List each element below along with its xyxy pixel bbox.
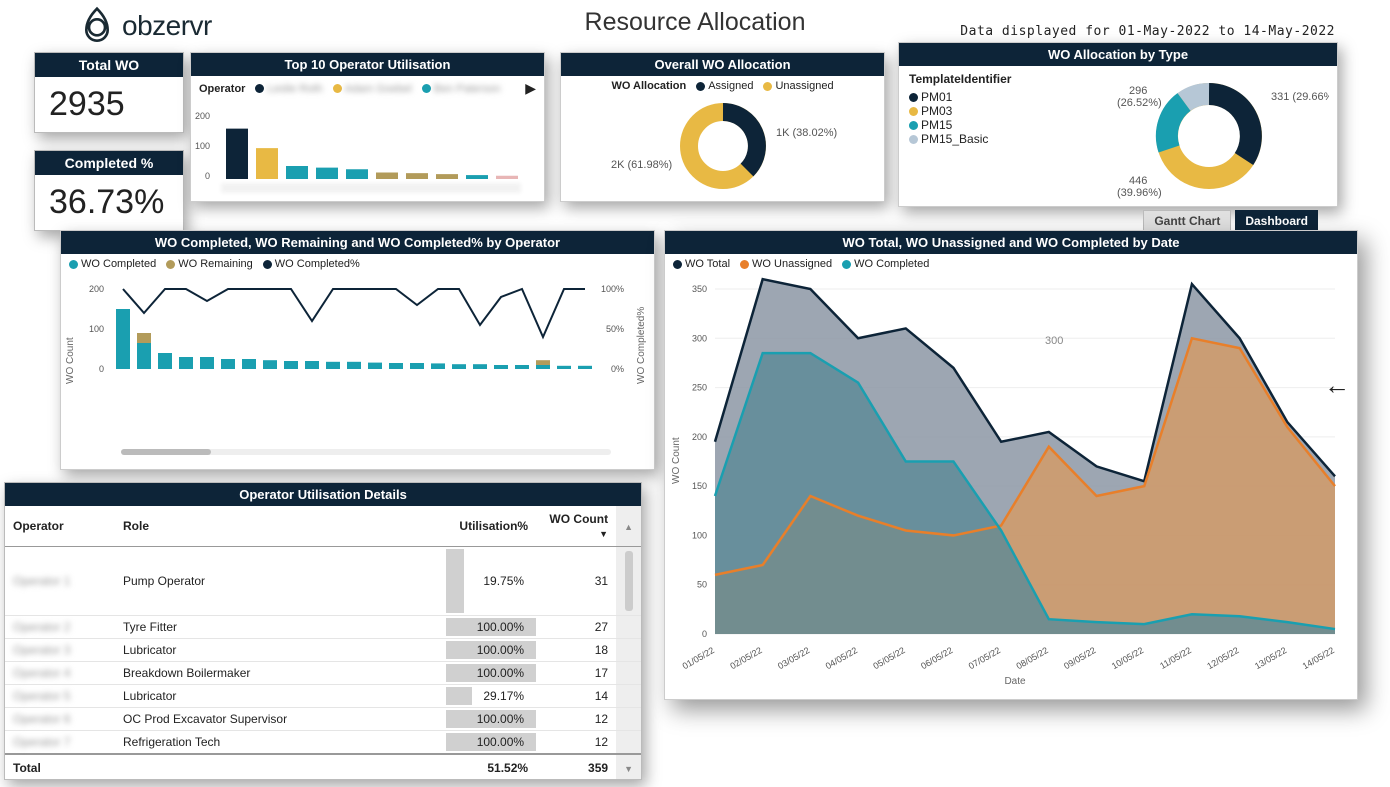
- svg-text:11/05/22: 11/05/22: [1158, 645, 1193, 671]
- dashboard-button[interactable]: Dashboard: [1235, 210, 1318, 232]
- svg-text:Date: Date: [1004, 676, 1026, 687]
- kpi-completed-pct-value: 36.73%: [35, 175, 183, 230]
- svg-text:50%: 50%: [606, 324, 624, 334]
- svg-text:0%: 0%: [611, 364, 624, 374]
- svg-text:09/05/22: 09/05/22: [1062, 645, 1097, 671]
- table-row[interactable]: Operator 6 OC Prod Excavator Supervisor …: [5, 708, 641, 731]
- table-row[interactable]: Operator 5 Lubricator 29.17% 14: [5, 685, 641, 708]
- view-toggle: Gantt Chart Dashboard: [1143, 210, 1318, 232]
- svg-text:0: 0: [99, 364, 104, 374]
- bytype-legend: TemplateIdentifier PM01 PM03 PM15 PM15_B…: [899, 66, 1039, 204]
- table-header-row: Operator Role Utilisation% WO Count▼ ▲: [5, 506, 641, 547]
- bydate-chart: WO Count Date 300 01/05/22 02/05/22 03/05/…: [665, 274, 1359, 689]
- col-role[interactable]: Role: [115, 506, 446, 547]
- obzervr-icon: [80, 6, 114, 46]
- svg-text:296(26.52%): 296(26.52%): [1117, 85, 1162, 109]
- svg-text:300: 300: [1045, 335, 1063, 347]
- byop-legend: WO Completed WO Remaining WO Completed%: [61, 254, 654, 274]
- table-title: Operator Utilisation Details: [5, 483, 641, 506]
- overall-donut: 2K (61.98%) 1K (38.02%): [561, 96, 886, 196]
- svg-text:08/05/22: 08/05/22: [1014, 645, 1049, 671]
- svg-text:12/05/22: 12/05/22: [1205, 645, 1240, 671]
- svg-text:06/05/22: 06/05/22: [919, 645, 954, 671]
- svg-text:0: 0: [205, 171, 210, 181]
- svg-text:100%: 100%: [601, 284, 624, 294]
- table-row[interactable]: Operator 7 Refrigeration Tech 100.00% 12: [5, 731, 641, 755]
- overall-legend: WO Allocation Assigned Unassigned: [561, 76, 884, 96]
- scroll-up-icon[interactable]: ▲: [624, 522, 633, 532]
- sort-desc-icon: ▼: [599, 529, 608, 539]
- table-total-row: Total 51.52% 359 ▼: [5, 754, 641, 779]
- card-overall-allocation: Overall WO Allocation WO Allocation Assi…: [560, 52, 885, 202]
- kpi-completed-pct: Completed % 36.73%: [34, 150, 184, 231]
- top10-bar-chart: 200 100 0: [191, 101, 536, 196]
- svg-text:WO Completed%: WO Completed%: [636, 307, 647, 384]
- svg-text:1K (38.02%): 1K (38.02%): [776, 127, 837, 139]
- date-range-text: Data displayed for 01-May-2022 to 14-May…: [960, 24, 1335, 39]
- kpi-total-wo: Total WO 2935: [34, 52, 184, 133]
- svg-text:100: 100: [692, 530, 707, 540]
- kpi-total-wo-value: 2935: [35, 77, 183, 132]
- svg-text:150: 150: [692, 481, 707, 491]
- svg-text:03/05/22: 03/05/22: [776, 645, 811, 671]
- bytype-title: WO Allocation by Type: [899, 43, 1337, 66]
- svg-text:250: 250: [692, 383, 707, 393]
- svg-text:331 (29.66%): 331 (29.66%): [1271, 91, 1329, 103]
- brand-name: obzervr: [122, 10, 212, 42]
- svg-text:300: 300: [692, 333, 707, 343]
- svg-text:13/05/22: 13/05/22: [1253, 645, 1288, 671]
- svg-text:0: 0: [702, 629, 707, 639]
- svg-text:05/05/22: 05/05/22: [871, 645, 906, 671]
- bydate-legend: WO Total WO Unassigned WO Completed: [665, 254, 1357, 274]
- table-row[interactable]: Operator 3 Lubricator 100.00% 18: [5, 639, 641, 662]
- svg-text:446(39.96%): 446(39.96%): [1117, 175, 1162, 199]
- operator-table: Operator Role Utilisation% WO Count▼ ▲ O…: [5, 506, 641, 779]
- card-allocation-by-type: WO Allocation by Type TemplateIdentifier…: [898, 42, 1338, 207]
- svg-text:350: 350: [692, 284, 707, 294]
- bydate-title: WO Total, WO Unassigned and WO Completed…: [665, 231, 1357, 254]
- top10-title: Top 10 Operator Utilisation: [191, 53, 544, 76]
- svg-text:200: 200: [89, 284, 104, 294]
- svg-text:10/05/22: 10/05/22: [1110, 645, 1145, 671]
- svg-text:04/05/22: 04/05/22: [824, 645, 859, 671]
- svg-text:14/05/22: 14/05/22: [1301, 645, 1336, 671]
- card-top10-utilisation: Top 10 Operator Utilisation Operator Les…: [190, 52, 545, 202]
- svg-text:100: 100: [89, 324, 104, 334]
- top10-legend: Operator Leslie Roth Adam Goebel Ben Pat…: [191, 76, 544, 101]
- brand-logo: obzervr: [80, 6, 212, 46]
- svg-text:07/05/22: 07/05/22: [967, 645, 1002, 671]
- kpi-total-wo-label: Total WO: [35, 53, 183, 77]
- byop-title: WO Completed, WO Remaining and WO Comple…: [61, 231, 654, 254]
- svg-text:WO Count: WO Count: [671, 437, 682, 484]
- svg-text:2K (61.98%): 2K (61.98%): [611, 159, 672, 171]
- scroll-down-icon[interactable]: ▼: [624, 764, 633, 774]
- card-wo-by-date: WO Total, WO Unassigned and WO Completed…: [664, 230, 1358, 700]
- byop-chart: WO Count WO Completed% 200 100 0 100% 50…: [61, 274, 656, 464]
- card-completed-by-operator: WO Completed, WO Remaining and WO Comple…: [60, 230, 655, 470]
- col-operator[interactable]: Operator: [5, 506, 115, 547]
- svg-text:200: 200: [195, 111, 210, 121]
- svg-text:50: 50: [697, 580, 707, 590]
- bytype-donut: 331 (29.66%) 296(26.52%) 446(39.96%): [1039, 66, 1329, 204]
- overall-title: Overall WO Allocation: [561, 53, 884, 76]
- svg-text:01/05/22: 01/05/22: [681, 645, 716, 671]
- svg-text:WO Count: WO Count: [65, 337, 76, 384]
- kpi-completed-pct-label: Completed %: [35, 151, 183, 175]
- chevron-right-icon[interactable]: ▶: [525, 80, 536, 97]
- col-utilisation[interactable]: Utilisation%: [446, 506, 536, 547]
- gantt-chart-button[interactable]: Gantt Chart: [1143, 210, 1231, 232]
- arrow-left-icon[interactable]: ←: [1324, 370, 1350, 401]
- table-row[interactable]: Operator 1 Pump Operator 19.75% 31: [5, 547, 641, 616]
- svg-text:200: 200: [692, 432, 707, 442]
- card-operator-utilisation-details: Operator Utilisation Details Operator Ro…: [4, 482, 642, 780]
- table-row[interactable]: Operator 2 Tyre Fitter 100.00% 27: [5, 616, 641, 639]
- col-wo-count[interactable]: WO Count▼: [536, 506, 616, 547]
- table-row[interactable]: Operator 4 Breakdown Boilermaker 100.00%…: [5, 662, 641, 685]
- svg-text:100: 100: [195, 141, 210, 151]
- svg-text:02/05/22: 02/05/22: [728, 645, 763, 671]
